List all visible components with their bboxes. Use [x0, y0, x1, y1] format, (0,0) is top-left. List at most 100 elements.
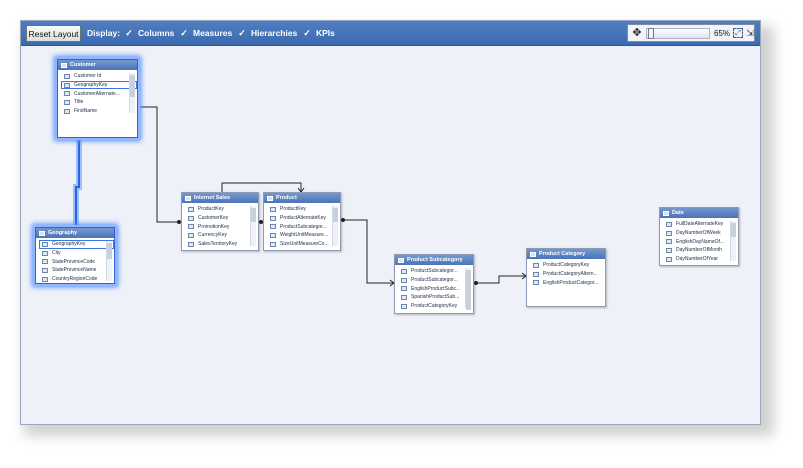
table-icon [39, 230, 45, 236]
zoom-control: ✥ 65% ⤢ ⇲ [627, 24, 755, 42]
relationship-subcategory-category[interactable] [474, 275, 526, 284]
scrollbar-thumb[interactable] [107, 243, 112, 259]
column-name: GeographyKey [52, 241, 86, 248]
column-item[interactable]: Title [58, 98, 137, 107]
column-name: StateProvinceName [52, 267, 97, 274]
column-item[interactable]: ProductCategoryKey [395, 302, 473, 311]
column-item-selected[interactable]: GeographyKey [39, 240, 114, 249]
column-item[interactable]: Customer Id [58, 72, 137, 81]
column-item[interactable]: ProductSubcategor... [395, 276, 473, 285]
column-list[interactable]: FullDateAlternateKey DayNumberOfWeek Eng… [660, 218, 738, 263]
column-list[interactable]: GeographyKey City StateProvinceCode Stat… [36, 238, 114, 283]
column-item[interactable]: ProductAlternateKey [264, 214, 340, 223]
column-item[interactable]: ProductSubcategor... [264, 222, 340, 231]
table-date[interactable]: Date FullDateAlternateKey DayNumberOfWee… [659, 207, 739, 266]
table-header[interactable]: Internet Sales [182, 193, 258, 203]
reset-layout-button[interactable]: Reset Layout [26, 25, 81, 42]
column-item[interactable]: StateProvinceName [36, 266, 114, 275]
column-item[interactable]: CurrencyKey [182, 231, 258, 240]
column-item-selected[interactable]: GeographyKey [61, 80, 137, 90]
diagram-canvas[interactable]: Customer Customer Id GeographyKey Custom… [21, 47, 760, 424]
column-list[interactable]: ProductSubcategor... ProductSubcategor..… [395, 265, 473, 310]
column-item[interactable]: EnglishDayNameOf... [660, 237, 738, 246]
column-item[interactable]: PromotionKey [182, 222, 258, 231]
toggle-columns-label: Columns [138, 28, 175, 38]
column-item[interactable]: City [36, 249, 114, 258]
table-title: Product Subcategory [407, 257, 463, 263]
table-geography[interactable]: Geography GeographyKey City StateProvinc… [35, 227, 115, 284]
table-icon [663, 210, 669, 216]
table-product-category[interactable]: Product Category ProductCategoryKey Prod… [526, 248, 606, 307]
column-item[interactable]: DayNumberOfWeek [660, 229, 738, 238]
column-name: Title [74, 99, 84, 106]
toggle-hierarchies[interactable]: ✓ Hierarchies [237, 26, 297, 40]
column-list[interactable]: ProductKey ProductAlternateKey ProductSu… [264, 203, 340, 248]
column-item[interactable]: EnglishProductSubc... [395, 284, 473, 293]
column-list[interactable]: ProductKey CustomerKey PromotionKey Curr… [182, 203, 258, 248]
column-list[interactable]: ProductCategoryKey ProductCategoryAltern… [527, 259, 605, 287]
column-item[interactable]: ProductKey [182, 205, 258, 214]
toggle-columns[interactable]: ✓ Columns [124, 26, 174, 40]
table-header[interactable]: Geography [36, 228, 114, 238]
column-name: DayNumberOfYear [676, 256, 719, 263]
column-item[interactable]: CustomerAlternate... [58, 89, 137, 98]
table-scrollbar[interactable] [332, 206, 338, 247]
column-name: ProductSubcategor... [280, 223, 327, 230]
column-item[interactable]: DayNumberOfMonth [660, 246, 738, 255]
pan-icon[interactable]: ✥ [631, 27, 643, 39]
table-scrollbar[interactable] [250, 206, 256, 247]
column-item[interactable]: ProductCategoryKey [527, 261, 605, 270]
column-name: FullDateAlternateKey [676, 221, 724, 228]
scrollbar-thumb[interactable] [731, 223, 736, 237]
column-item[interactable]: StateProvinceCode [36, 257, 114, 266]
relationship-internet-sales-product[interactable] [221, 182, 302, 192]
table-scrollbar[interactable] [730, 221, 736, 262]
table-header[interactable]: Date [660, 208, 738, 218]
scrollbar-thumb[interactable] [251, 208, 256, 222]
table-title: Geography [48, 230, 78, 236]
column-item[interactable]: ProductKey [264, 205, 340, 214]
column-name: ProductCategoryKey [411, 303, 458, 310]
column-item[interactable]: DayNumberOfYear [660, 255, 738, 264]
column-item[interactable]: ProductCategoryAltern... [527, 270, 605, 279]
column-item[interactable]: CountryRegionCode [36, 275, 114, 284]
toggle-measures[interactable]: ✓ Measures [179, 26, 232, 40]
table-header[interactable]: Product Subcategory [395, 255, 473, 265]
diagram-view-window: Reset Layout Display: ✓ Columns ✓ Measur… [20, 20, 761, 425]
column-icon [401, 303, 407, 309]
table-scrollbar[interactable] [465, 268, 471, 310]
scrollbar-thumb[interactable] [333, 208, 338, 222]
table-header[interactable]: Product [264, 193, 340, 203]
toggle-kpis[interactable]: ✓ KPIs [302, 26, 335, 40]
relationship-product-subcategory[interactable] [341, 219, 394, 284]
zoom-slider[interactable] [646, 28, 710, 39]
table-customer[interactable]: Customer Customer Id GeographyKey Custom… [57, 59, 138, 138]
column-icon [64, 91, 70, 97]
table-internet-sales[interactable]: Internet Sales ProductKey CustomerKey Pr… [181, 192, 259, 251]
table-scrollbar[interactable] [129, 73, 135, 114]
scrollbar-thumb[interactable] [130, 75, 135, 97]
relationship-customer-internet-sales[interactable] [138, 106, 179, 223]
column-item[interactable]: SalesTerritoryKey [182, 240, 258, 249]
zoom-slider-thumb[interactable] [648, 28, 654, 39]
column-icon [188, 241, 194, 247]
table-product[interactable]: Product ProductKey ProductAlternateKey P… [263, 192, 341, 251]
column-item[interactable]: FirstName [58, 107, 137, 116]
fit-to-screen-icon[interactable]: ⤢ [733, 28, 743, 38]
column-item[interactable]: CustomerKey [182, 214, 258, 223]
column-item[interactable]: ProductSubcategor... [395, 267, 473, 276]
column-item[interactable]: EnglishProductCategor... [527, 278, 605, 287]
scrollbar-thumb[interactable] [466, 270, 471, 310]
original-size-icon[interactable]: ⇲ [745, 27, 755, 39]
table-product-subcategory[interactable]: Product Subcategory ProductSubcategor...… [394, 254, 474, 314]
table-header[interactable]: Customer [58, 60, 137, 70]
column-item[interactable]: WeightUnitMeasure... [264, 231, 340, 240]
column-list[interactable]: Customer Id GeographyKey CustomerAlterna… [58, 70, 137, 115]
column-item[interactable]: SpanishProductSub... [395, 293, 473, 302]
column-item[interactable]: FullDateAlternateKey [660, 220, 738, 229]
table-scrollbar[interactable] [106, 241, 112, 282]
table-header[interactable]: Product Category [527, 249, 605, 259]
column-item[interactable]: SizeUnitMeasureCo... [264, 240, 340, 249]
column-icon [64, 99, 70, 105]
column-icon [188, 215, 194, 221]
